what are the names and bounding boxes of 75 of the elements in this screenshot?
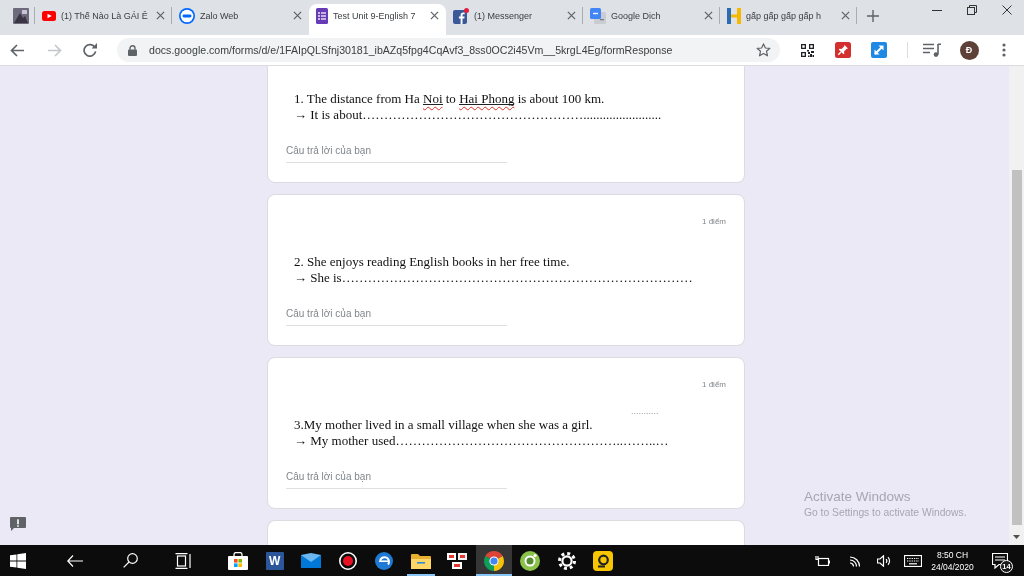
- question-text: 3.My mother lived in a small village when she was a girl.: [293, 417, 594, 433]
- activation-message: Go to Settings to activate Windows.: [804, 506, 967, 520]
- lock-icon: [128, 44, 137, 56]
- clock-time: 8:50 CH: [936, 548, 969, 561]
- translate-icon: [590, 7, 606, 24]
- answer-field[interactable]: Câu trả lời của bạn: [286, 138, 507, 163]
- settings-icon[interactable]: [557, 551, 576, 570]
- activation-title: Activate Windows: [804, 488, 912, 506]
- answer-field[interactable]: Câu trả lời của bạn: [286, 464, 507, 489]
- new-tab-icon[interactable]: [867, 10, 879, 22]
- taskbar-button[interactable]: W: [256, 545, 293, 576]
- reload-icon[interactable]: [83, 43, 97, 57]
- points-label: 1 điểm: [702, 216, 726, 226]
- mail-icon[interactable]: [301, 553, 322, 568]
- clock-date: 24/04/2020: [931, 560, 974, 573]
- feedback-icon[interactable]: [10, 517, 26, 531]
- playlist-icon[interactable]: [923, 43, 941, 57]
- volume-icon[interactable]: [877, 554, 891, 567]
- answer-field[interactable]: Câu trả lời của bạn: [286, 301, 507, 326]
- scroll-down-icon[interactable]: [1013, 535, 1020, 539]
- question-text: 1. The distance from Ha Noi to Hai Phong is about 100 km.: [293, 91, 606, 107]
- close-icon[interactable]: [567, 11, 576, 20]
- answer-prompt: → It is about……………………………………………........................: [293, 107, 663, 123]
- scrollbar-thumb[interactable]: [1011, 170, 1022, 525]
- photo-thumbnail-icon: [13, 7, 29, 24]
- arrow-extension-icon[interactable]: [871, 42, 887, 58]
- close-icon[interactable]: [1001, 5, 1012, 15]
- store-bag-icon[interactable]: [228, 551, 249, 570]
- browser-logo-icon[interactable]: [375, 551, 394, 570]
- browser-tab[interactable]: Zalo Web: [172, 4, 309, 35]
- answer-prompt: → My mother used……………………………………………..……..…: [293, 433, 670, 449]
- folder-icon[interactable]: [410, 552, 431, 569]
- browser-tab[interactable]: gấp gấp gấp gấp h: [720, 4, 857, 35]
- profile-avatar[interactable]: Đ: [959, 40, 979, 60]
- more-menu-icon[interactable]: [1002, 43, 1006, 57]
- close-icon[interactable]: [841, 11, 850, 20]
- app-tile-icon[interactable]: [593, 550, 614, 571]
- form-list-icon: [316, 7, 328, 24]
- video-play-icon: [42, 10, 56, 21]
- tiles-app-icon[interactable]: [447, 552, 468, 569]
- points-label: 1 điểm: [702, 379, 726, 389]
- circle-app-icon[interactable]: [520, 550, 541, 571]
- close-icon[interactable]: [430, 11, 439, 20]
- f-logo-icon: [453, 7, 469, 24]
- pin-extension-icon[interactable]: [835, 42, 851, 58]
- close-icon[interactable]: [704, 11, 713, 20]
- answer-prompt: → She is………………………………………………………………………: [293, 270, 694, 286]
- word-app-logo[interactable]: W: [265, 551, 284, 570]
- browser-tab[interactable]: Test Unit 9-English 7: [309, 4, 446, 35]
- close-icon[interactable]: [156, 11, 165, 20]
- search-icon[interactable]: [122, 553, 138, 568]
- record-icon[interactable]: [338, 551, 357, 570]
- keyboard-icon[interactable]: [904, 554, 922, 567]
- faint-dots-text: ...........: [631, 406, 659, 416]
- running-indicator: [406, 574, 435, 576]
- taskbar-button[interactable]: [475, 545, 512, 576]
- chrome-icon[interactable]: [483, 550, 504, 571]
- battery-icon[interactable]: [814, 555, 830, 566]
- running-indicator: [475, 574, 512, 576]
- restore-icon[interactable]: [966, 5, 977, 15]
- browser-tab[interactable]: Google Dịch: [583, 4, 720, 35]
- wifi-icon[interactable]: [848, 554, 862, 567]
- back-icon[interactable]: [10, 43, 24, 57]
- browser-tab[interactable]: (1) Thế Nào Là GÁI Ê: [35, 4, 172, 35]
- minimize-icon[interactable]: [931, 9, 942, 11]
- h-logo-icon: [727, 7, 741, 24]
- task-view-icon[interactable]: [175, 552, 191, 569]
- star-icon[interactable]: [756, 43, 771, 57]
- close-icon[interactable]: [293, 11, 302, 20]
- qr-code-icon[interactable]: [800, 43, 814, 57]
- browser-tab[interactable]: (1) Messenger: [446, 4, 583, 35]
- start-icon[interactable]: [10, 552, 26, 569]
- chat-logo-icon: [179, 7, 195, 24]
- address-field[interactable]: docs.google.com/forms/d/e/1FAIpQLSfnj30181_ibAZq5fpg4CqAvf3_8ss0OC2i45Vm__5krgL4Eg/formResponse: [117, 38, 780, 62]
- question-text: 2. She enjoys reading English books in her free time.: [293, 254, 571, 270]
